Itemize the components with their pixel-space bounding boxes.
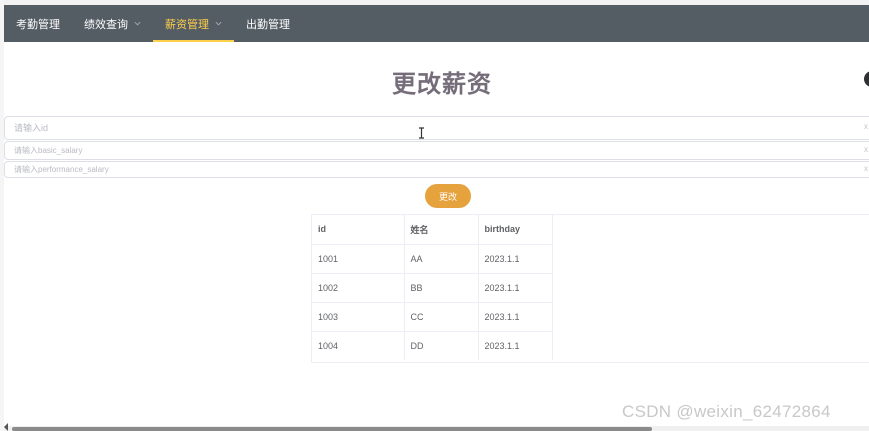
cell-birthday: 2023.1.1 (478, 302, 553, 332)
nav-item-label: 绩效查询 (84, 18, 128, 31)
cell-name: CC (404, 302, 479, 332)
cell-birthday: 2023.1.1 (478, 244, 553, 274)
cell-name: BB (404, 273, 479, 303)
nav-item-attendance-management[interactable]: 考勤管理 (4, 5, 72, 42)
performance-salary-input[interactable] (4, 161, 869, 178)
horizontal-scrollbar-thumb[interactable] (12, 427, 652, 431)
chevron-down-icon (134, 21, 141, 26)
nav-item-salary-management[interactable]: 薪资管理 (153, 5, 234, 42)
chevron-down-icon (215, 21, 222, 26)
input-suffix-glyph: x (864, 164, 868, 173)
cell-birthday: 2023.1.1 (478, 273, 553, 303)
table-row[interactable]: 1001 AA 2023.1.1 (312, 244, 553, 274)
change-salary-button[interactable]: 更改 (425, 184, 471, 208)
cell-id: 1002 (312, 273, 405, 303)
table-row[interactable]: 1003 CC 2023.1.1 (312, 302, 553, 332)
input-suffix-glyph: x (864, 145, 868, 154)
text-cursor-icon (419, 127, 424, 139)
nav-item-label: 考勤管理 (16, 18, 60, 31)
cell-birthday: 2023.1.1 (478, 331, 553, 360)
watermark-text: CSDN @weixin_62472864 (622, 402, 831, 421)
cell-id: 1004 (312, 331, 405, 360)
column-header-name: 姓名 (404, 215, 479, 245)
app-window: 考勤管理 绩效查询 薪资管理 出勤管理 更改薪资 x x x 更改 (0, 0, 869, 431)
nav-item-attendance-records[interactable]: 出勤管理 (234, 5, 302, 42)
page-title: 更改薪资 (392, 71, 492, 98)
scroll-left-arrow-icon[interactable] (3, 423, 9, 431)
input-suffix-glyph: x (864, 122, 868, 131)
cell-name: AA (404, 244, 479, 274)
table-row[interactable]: 1004 DD 2023.1.1 (312, 331, 553, 360)
id-input[interactable] (4, 116, 869, 140)
cell-name: DD (404, 331, 479, 360)
column-header-id: id (312, 215, 405, 245)
nav-item-label: 出勤管理 (246, 18, 290, 31)
cell-id: 1001 (312, 244, 405, 274)
employee-table: id 姓名 birthday 1001 AA 2023.1.1 1002 BB … (311, 214, 869, 363)
cell-id: 1003 (312, 302, 405, 332)
table-row[interactable]: 1002 BB 2023.1.1 (312, 273, 553, 303)
nav-item-label: 薪资管理 (165, 18, 209, 31)
table-header-row: id 姓名 birthday (312, 215, 553, 245)
top-nav-menu: 考勤管理 绩效查询 薪资管理 出勤管理 (4, 5, 869, 42)
nav-item-performance-query[interactable]: 绩效查询 (72, 5, 153, 42)
basic-salary-input[interactable] (4, 141, 869, 160)
column-header-birthday: birthday (478, 215, 553, 245)
